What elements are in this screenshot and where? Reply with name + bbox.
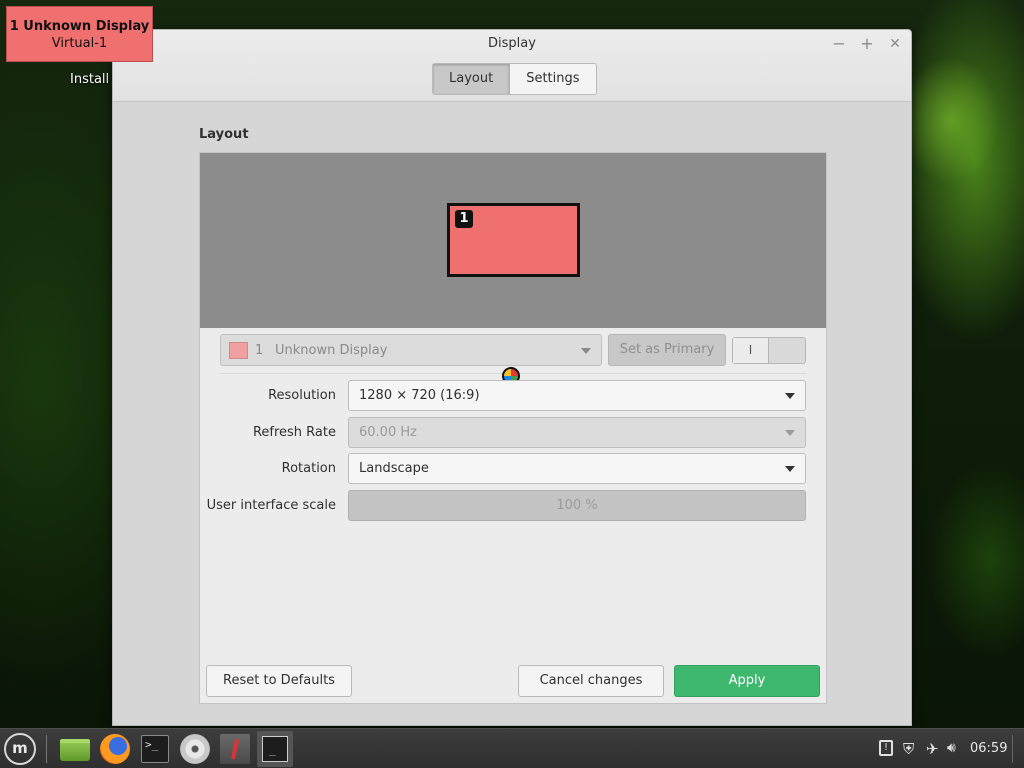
refresh-rate-value: 60.00 Hz xyxy=(359,425,417,440)
switch-on-label: I xyxy=(733,338,769,363)
desktop-install-label[interactable]: Install xyxy=(70,72,109,87)
monitor-1-tile[interactable]: 1 xyxy=(447,203,580,277)
resolution-value: 1280 × 720 (16:9) xyxy=(359,388,480,403)
window-title: Display xyxy=(488,36,536,51)
show-desktop-button[interactable] xyxy=(1012,735,1018,763)
reset-to-defaults-button[interactable]: Reset to Defaults xyxy=(206,665,352,697)
display-enabled-switch[interactable]: I xyxy=(732,337,806,364)
tab-bar: Layout Settings xyxy=(432,63,597,95)
chevron-down-icon xyxy=(785,393,795,399)
display-settings-window: Display − + ✕ Layout Settings Layout 1 1… xyxy=(112,29,912,726)
tab-layout[interactable]: Layout xyxy=(433,64,511,94)
maximize-button[interactable]: + xyxy=(856,34,878,54)
refresh-rate-label: Refresh Rate xyxy=(252,425,336,440)
rotation-dropdown[interactable]: Landscape xyxy=(348,453,806,484)
notifications-icon[interactable]: ! xyxy=(879,740,893,756)
apply-button[interactable]: Apply xyxy=(674,665,820,697)
active-window-terminal[interactable]: _ xyxy=(257,731,293,767)
tab-settings[interactable]: Settings xyxy=(510,64,596,94)
cancel-changes-button[interactable]: Cancel changes xyxy=(518,665,664,697)
ui-scale-selector[interactable]: 100 % xyxy=(348,490,806,521)
files-icon[interactable] xyxy=(60,739,90,761)
layout-panel: 1 1 Unknown Display Set as Primary I Res… xyxy=(199,152,827,704)
identify-display-name: 1 Unknown Display xyxy=(9,19,150,34)
display-color-swatch xyxy=(229,342,248,359)
disc-icon[interactable] xyxy=(180,734,210,764)
mint-menu-icon[interactable]: m xyxy=(4,733,36,765)
update-shield-icon[interactable]: ⛨ xyxy=(903,740,914,758)
clock[interactable]: 06:59 xyxy=(970,741,1007,756)
terminal-icon[interactable]: >_ xyxy=(141,735,169,763)
chevron-down-icon xyxy=(785,430,795,436)
display-identify-overlay: 1 Unknown Display Virtual-1 xyxy=(6,6,153,62)
display-select-number: 1 xyxy=(255,343,264,358)
rotation-label: Rotation xyxy=(281,461,336,476)
refresh-rate-dropdown[interactable]: 60.00 Hz xyxy=(348,417,806,448)
network-icon[interactable]: ✈ xyxy=(926,740,939,758)
close-button[interactable]: ✕ xyxy=(884,34,906,54)
volume-icon[interactable]: 🔊︎ xyxy=(947,740,956,756)
chevron-down-icon xyxy=(581,348,591,354)
minimize-button[interactable]: − xyxy=(828,34,850,54)
terminal-icon: _ xyxy=(262,736,288,762)
chevron-down-icon xyxy=(785,466,795,472)
taskbar: m >_ _ ! ⛨ ✈ 🔊︎ 06:59 xyxy=(0,728,1024,768)
display-select-name: Unknown Display xyxy=(275,343,388,358)
ui-scale-label: User interface scale xyxy=(206,498,336,513)
firefox-icon[interactable] xyxy=(100,734,130,764)
resolution-dropdown[interactable]: 1280 × 720 (16:9) xyxy=(348,380,806,411)
titlebar: Display − + ✕ Layout Settings xyxy=(113,30,911,102)
section-title-layout: Layout xyxy=(199,127,249,142)
display-select-dropdown[interactable]: 1 Unknown Display xyxy=(220,334,602,366)
monitor-arrangement-preview: 1 xyxy=(200,153,826,328)
rotation-value: Landscape xyxy=(359,461,429,476)
resolution-label: Resolution xyxy=(268,388,336,403)
xapp-icon[interactable] xyxy=(220,734,250,764)
monitor-number-badge: 1 xyxy=(455,210,473,228)
identify-output-name: Virtual-1 xyxy=(51,36,108,51)
taskbar-separator xyxy=(46,735,47,763)
set-as-primary-button[interactable]: Set as Primary xyxy=(608,334,726,366)
